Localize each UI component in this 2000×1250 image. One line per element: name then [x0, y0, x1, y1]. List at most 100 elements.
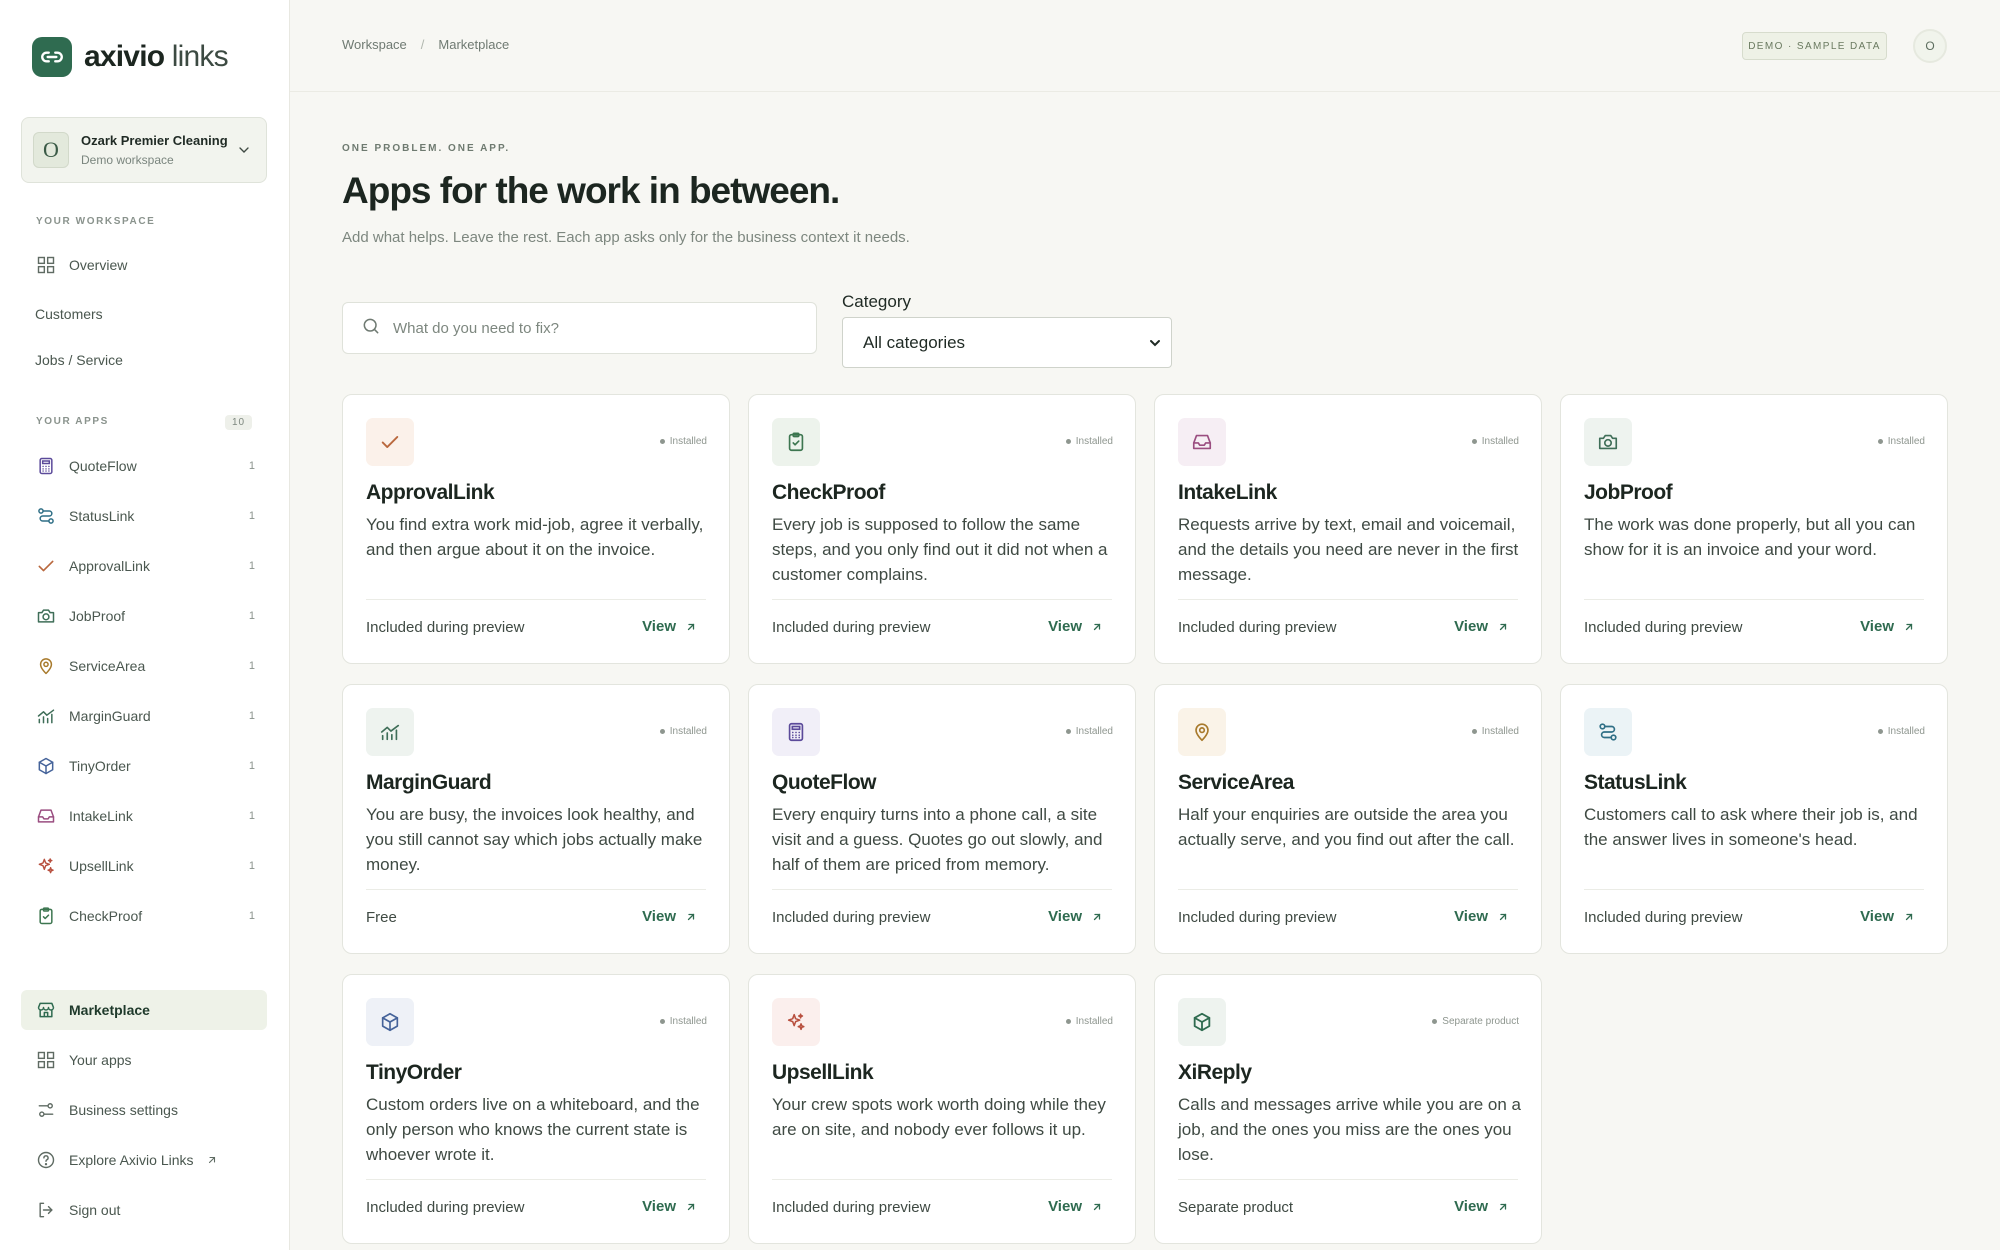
view-button[interactable]: View — [1860, 618, 1915, 635]
sidebar-item-tinyorder[interactable]: TinyOrder 1 — [21, 746, 267, 786]
sidebar-item-count: 1 — [248, 910, 255, 922]
demo-badge: DEMO · SAMPLE DATA — [1742, 32, 1887, 60]
status-badge: Installed — [1065, 1016, 1113, 1027]
sidebar-item-label: CheckProof — [69, 908, 143, 924]
app-description: Customers call to ask where their job is… — [1584, 805, 1918, 849]
view-button[interactable]: View — [642, 1198, 697, 1215]
sidebar-item-customers[interactable]: Customers — [21, 294, 267, 334]
section-label-apps: YOUR APPS — [36, 416, 109, 427]
app-card-approvallink[interactable]: Installed ApprovalLink You find extra work… — [342, 394, 730, 664]
app-card-upselllink[interactable]: Installed UpsellLink Your crew spots work … — [748, 974, 1136, 1244]
workspace-switcher[interactable]: O Ozark Premier Cleaning Demo workspace — [21, 117, 267, 183]
chart-icon — [35, 705, 57, 727]
user-avatar[interactable]: O — [1913, 29, 1947, 63]
cube-icon — [1178, 998, 1226, 1046]
sidebar-item-label: QuoteFlow — [69, 458, 137, 474]
card-divider — [772, 1179, 1112, 1180]
sidebar-item-business-settings[interactable]: Business settings — [21, 1090, 267, 1130]
app-price: Included during preview — [772, 619, 931, 636]
app-card-servicearea[interactable]: Installed ServiceArea Half your enquiries … — [1154, 684, 1542, 954]
sidebar-item-sign-out[interactable]: Sign out — [21, 1190, 267, 1230]
calculator-icon — [772, 708, 820, 756]
brand-name: axivio links — [84, 40, 229, 73]
view-button[interactable]: View — [1454, 908, 1509, 925]
apps-count-badge: 10 — [225, 415, 252, 430]
sidebar-item-approvallink[interactable]: ApprovalLink 1 — [21, 546, 267, 586]
view-button[interactable]: View — [1048, 618, 1103, 635]
app-description: Your crew spots work worth doing while t… — [772, 1095, 1106, 1139]
search-box[interactable] — [342, 302, 817, 354]
app-name: ApprovalLink — [366, 481, 495, 504]
category-select[interactable]: All categories — [842, 317, 1172, 368]
sliders-icon — [35, 1099, 57, 1121]
sidebar-item-count: 1 — [248, 760, 255, 772]
card-divider — [1178, 889, 1518, 890]
arrow-up-right-icon — [676, 621, 697, 633]
app-price: Separate product — [1178, 1199, 1294, 1216]
section-label-workspace: YOUR WORKSPACE — [36, 216, 156, 227]
card-divider — [1178, 599, 1518, 600]
status-badge: Installed — [1877, 436, 1925, 447]
page-subtitle: Add what helps. Leave the rest. Each app… — [342, 229, 910, 246]
breadcrumb-workspace[interactable]: Workspace — [342, 37, 407, 52]
sidebar-item-explore[interactable]: Explore Axivio Links — [21, 1140, 267, 1180]
app-description: Every enquiry turns into a phone call, a… — [772, 805, 1103, 874]
sidebar-item-intakelink[interactable]: IntakeLink 1 — [21, 796, 267, 836]
sidebar-item-servicearea[interactable]: ServiceArea 1 — [21, 646, 267, 686]
sign-out-icon — [35, 1199, 57, 1221]
status-badge: Installed — [659, 436, 707, 447]
app-card-xireply[interactable]: Separate product XiReply Calls and message… — [1154, 974, 1542, 1244]
app-name: StatusLink — [1584, 771, 1687, 794]
arrow-up-right-icon — [1082, 621, 1103, 633]
sidebar-item-checkproof[interactable]: CheckProof 1 — [21, 896, 267, 936]
arrow-up-right-icon — [1894, 621, 1915, 633]
app-card-quoteflow[interactable]: Installed QuoteFlow Every enquiry turns in… — [748, 684, 1136, 954]
sidebar-item-marginguard[interactable]: MarginGuard 1 — [21, 696, 267, 736]
sidebar-item-your-apps[interactable]: Your apps — [21, 1040, 267, 1080]
sidebar-item-label: IntakeLink — [69, 808, 133, 824]
category-label: Category — [842, 292, 911, 311]
sidebar-item-jobproof[interactable]: JobProof 1 — [21, 596, 267, 636]
app-card-statuslink[interactable]: Installed StatusLink Customers call to ask… — [1560, 684, 1948, 954]
check-icon — [366, 418, 414, 466]
brand[interactable]: axivio links — [32, 37, 229, 77]
view-button[interactable]: View — [642, 618, 697, 635]
search-input[interactable] — [393, 319, 793, 337]
status-badge: Installed — [1065, 726, 1113, 737]
app-card-jobproof[interactable]: Installed JobProof The work was done prope… — [1560, 394, 1948, 664]
sidebar-item-label: Explore Axivio Links — [69, 1152, 194, 1168]
view-button[interactable]: View — [1048, 1198, 1103, 1215]
category-selected-value: All categories — [863, 332, 966, 352]
view-button[interactable]: View — [1048, 908, 1103, 925]
sidebar-item-count: 1 — [248, 610, 255, 622]
sidebar-item-label: Customers — [35, 306, 103, 322]
app-price: Included during preview — [366, 619, 525, 636]
workspace-avatar: O — [33, 132, 69, 168]
app-card-intakelink[interactable]: Installed IntakeLink Requests arrive by te… — [1154, 394, 1542, 664]
app-card-tinyorder[interactable]: Installed TinyOrder Custom orders live on … — [342, 974, 730, 1244]
app-name: XiReply — [1178, 1061, 1252, 1084]
inbox-icon — [1178, 418, 1226, 466]
sidebar-item-overview[interactable]: Overview — [21, 245, 267, 285]
arrow-up-right-icon — [1488, 621, 1509, 633]
sidebar-item-count: 1 — [248, 660, 255, 672]
view-button[interactable]: View — [1454, 1198, 1509, 1215]
sidebar-item-upselllink[interactable]: UpsellLink 1 — [21, 846, 267, 886]
app-name: CheckProof — [772, 481, 885, 504]
view-button[interactable]: View — [642, 908, 697, 925]
clipboard-check-icon — [35, 905, 57, 927]
box-icon — [35, 755, 57, 777]
map-pin-icon — [35, 655, 57, 677]
view-button[interactable]: View — [1454, 618, 1509, 635]
sidebar-item-statuslink[interactable]: StatusLink 1 — [21, 496, 267, 536]
app-card-checkproof[interactable]: Installed CheckProof Every job is supposed… — [748, 394, 1136, 664]
breadcrumb-separator: / — [420, 37, 425, 52]
sidebar-item-quoteflow[interactable]: QuoteFlow 1 — [21, 446, 267, 486]
sidebar-item-jobs[interactable]: Jobs / Service — [21, 340, 267, 380]
status-badge: Separate product — [1432, 1016, 1519, 1027]
view-button[interactable]: View — [1860, 908, 1915, 925]
app-card-marginguard[interactable]: Installed MarginGuard You are busy, the in… — [342, 684, 730, 954]
arrow-up-right-icon — [1488, 1201, 1509, 1213]
sidebar-item-marketplace[interactable]: Marketplace — [21, 990, 267, 1030]
status-badge: Installed — [659, 726, 707, 737]
